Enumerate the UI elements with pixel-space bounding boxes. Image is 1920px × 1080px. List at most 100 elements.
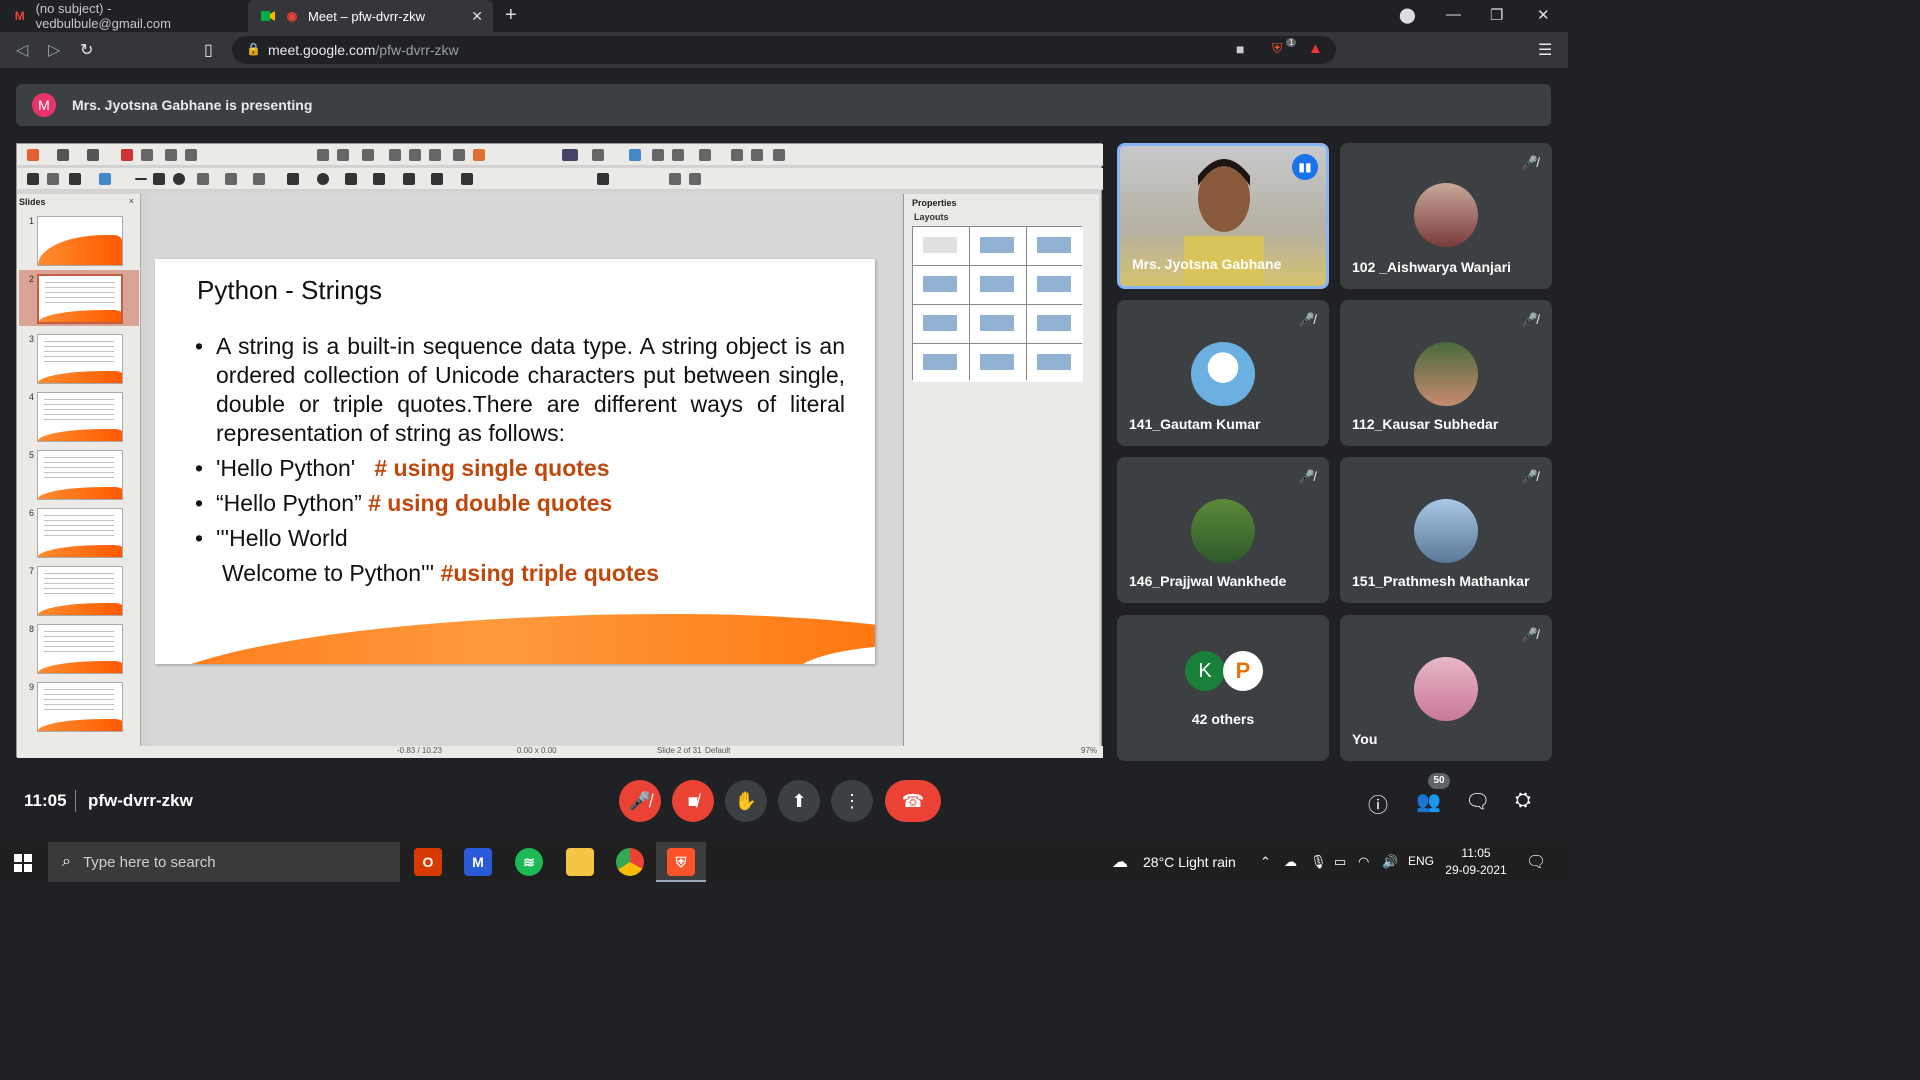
participant-tile[interactable]: 🎤̸ 102 _Aishwarya Wanjari [1340,143,1552,289]
comment-text: #using triple quotes [440,560,660,586]
battery-icon[interactable]: ▭ [1334,854,1346,870]
camera-icon[interactable]: ■ [1236,41,1244,57]
meeting-details-icon[interactable]: ⓘ [1368,789,1388,818]
minimize-button[interactable]: — [1446,6,1461,23]
start-button[interactable] [14,854,32,872]
end-call-button[interactable]: ☎ [885,780,941,822]
participant-name: 112_Kausar Subhedar [1352,416,1499,432]
volume-icon[interactable]: 🔊 [1382,854,1398,870]
brave-rewards-icon[interactable]: ▲ [1308,40,1323,57]
layout-option[interactable] [913,305,969,343]
layout-option[interactable] [1027,266,1083,304]
back-icon[interactable]: ◁ [16,40,28,60]
cursor-position: -0.83 / 10.23 [397,746,442,755]
thumb-number: 9 [29,682,35,692]
slide-thumbnail[interactable] [37,334,123,384]
participant-tile[interactable]: 🎤̸ 146_Prajjwal Wankhede [1117,457,1329,603]
participant-tile-presenter[interactable]: ▮▮ Mrs. Jyotsna Gabhane [1117,143,1329,289]
layout-option[interactable] [913,266,969,304]
spotify-icon[interactable]: ≋ [515,848,543,876]
onedrive-icon[interactable]: ☁ [1284,854,1297,870]
cut-icon [165,149,177,161]
layout-option[interactable] [913,227,969,265]
open-icon [57,149,69,161]
others-tile[interactable]: K P 42 others [1117,615,1329,761]
taskbar-search[interactable]: ⌕ Type here to search [48,842,400,882]
mic-off-icon: 🎤̸ [1298,312,1316,327]
layout-option[interactable] [970,227,1026,265]
restore-button[interactable]: ❐ [1490,6,1503,24]
editor-app-icon[interactable]: M [464,848,492,876]
participant-tile[interactable]: 🎤̸ 112_Kausar Subhedar [1340,300,1552,446]
participant-name: 146_Prajjwal Wankhede [1129,573,1287,589]
file-explorer-icon[interactable] [566,848,594,876]
office-icon[interactable]: O [414,848,442,876]
brave-icon[interactable]: ⛨ [667,848,695,876]
presenting-text: Mrs. Jyotsna Gabhane is presenting [72,97,313,113]
people-icon[interactable]: 👥 [1416,789,1441,814]
mic-toggle-button[interactable]: 🎤̸ [619,780,661,822]
self-tile[interactable]: 🎤̸ You [1340,615,1552,761]
slide-thumbnail[interactable] [37,566,123,616]
microphone-icon[interactable]: 🎙 [1310,854,1327,870]
bookmark-icon[interactable]: ▯ [204,40,213,60]
bullet-text: A string is a built-in sequence data typ… [216,333,845,446]
present-button[interactable]: ⬆ [778,780,820,822]
profile-dropdown-icon[interactable]: ⬤ [1399,6,1416,24]
layout-option[interactable] [1027,305,1083,343]
weather-text[interactable]: 28°C Light rain [1143,854,1236,870]
close-slides-panel-icon[interactable]: × [129,196,134,206]
close-tab-icon[interactable]: ✕ [471,8,483,25]
chrome-icon[interactable] [616,848,644,876]
flowchart-icon [373,173,385,185]
layout-option[interactable] [970,305,1026,343]
layouts-grid [912,226,1083,382]
activities-icon[interactable]: ⛭ [1515,789,1531,812]
layout-option[interactable] [913,344,969,382]
tab-title: Meet – pfw-dvrr-zkw [308,8,426,24]
new-tab-button[interactable]: + [505,4,517,27]
tab-meet[interactable]: ◉ Meet – pfw-dvrr-zkw ✕ [248,0,493,32]
brave-shield-icon[interactable]: ⛨ [1272,40,1283,57]
slide-thumbnail[interactable] [37,624,123,674]
windows-taskbar: ⌕ Type here to search O M ≋ ⛨ ☁ 28°C Lig… [0,842,1568,882]
url-field[interactable]: 🔒 meet.google.com/pfw-dvrr-zkw ■ ⛨ 1 ▲ [232,36,1336,64]
notifications-icon[interactable]: 🗨 [1526,852,1546,872]
slide-thumbnail[interactable] [37,508,123,558]
menu-icon[interactable]: ☰ [1538,40,1552,60]
participant-tile[interactable]: 🎤̸ 151_Prathmesh Mathankar [1340,457,1552,603]
layout-option[interactable] [970,344,1026,382]
avatar [1414,499,1478,563]
reload-icon[interactable]: ↻ [80,40,93,60]
layout-option[interactable] [1027,227,1083,265]
hangup-icon: ☎ [901,790,925,811]
triple-quote-continuation: Welcome to Python''' #using triple quote… [195,559,845,588]
slide-thumbnail[interactable] [37,682,123,732]
taskbar-clock[interactable]: 11:05 29-09-2021 [1444,845,1508,879]
wifi-icon[interactable]: ◠ [1358,854,1369,870]
participant-tile[interactable]: 🎤̸ 141_Gautam Kumar [1117,300,1329,446]
tab-gmail[interactable]: M (no subject) - vedbulbule@gmail.com [0,0,245,32]
block-arrows-icon [345,173,357,185]
layout-option[interactable] [1027,344,1083,382]
others-avatar-k: K [1185,651,1225,691]
slide-thumbnail[interactable] [37,392,123,442]
show-hidden-icons[interactable]: ⌃ [1260,854,1271,870]
close-window-button[interactable]: ✕ [1537,6,1550,24]
slide-thumbnail-selected[interactable] [37,274,123,324]
more-options-button[interactable]: ⋮ [831,780,873,822]
arrow-icon [197,173,209,185]
slide-thumbnail[interactable] [37,450,123,500]
grid-icon [362,149,374,161]
raise-hand-button[interactable]: ✋ [725,780,767,822]
people-count-badge: 50 [1428,773,1450,789]
language-indicator[interactable]: ENG [1408,854,1434,868]
slide-thumbnail[interactable] [37,216,123,266]
layout-option[interactable] [970,266,1026,304]
zoom-level: 97% [1081,746,1098,755]
slide-indicator: Slide 2 of 31 [657,746,702,755]
chat-icon[interactable]: 🗨 [1465,789,1490,814]
camera-toggle-button[interactable]: ■̸ [672,780,714,822]
forward-icon[interactable]: ▷ [48,40,60,60]
code-text: '''Hello World [216,525,348,551]
